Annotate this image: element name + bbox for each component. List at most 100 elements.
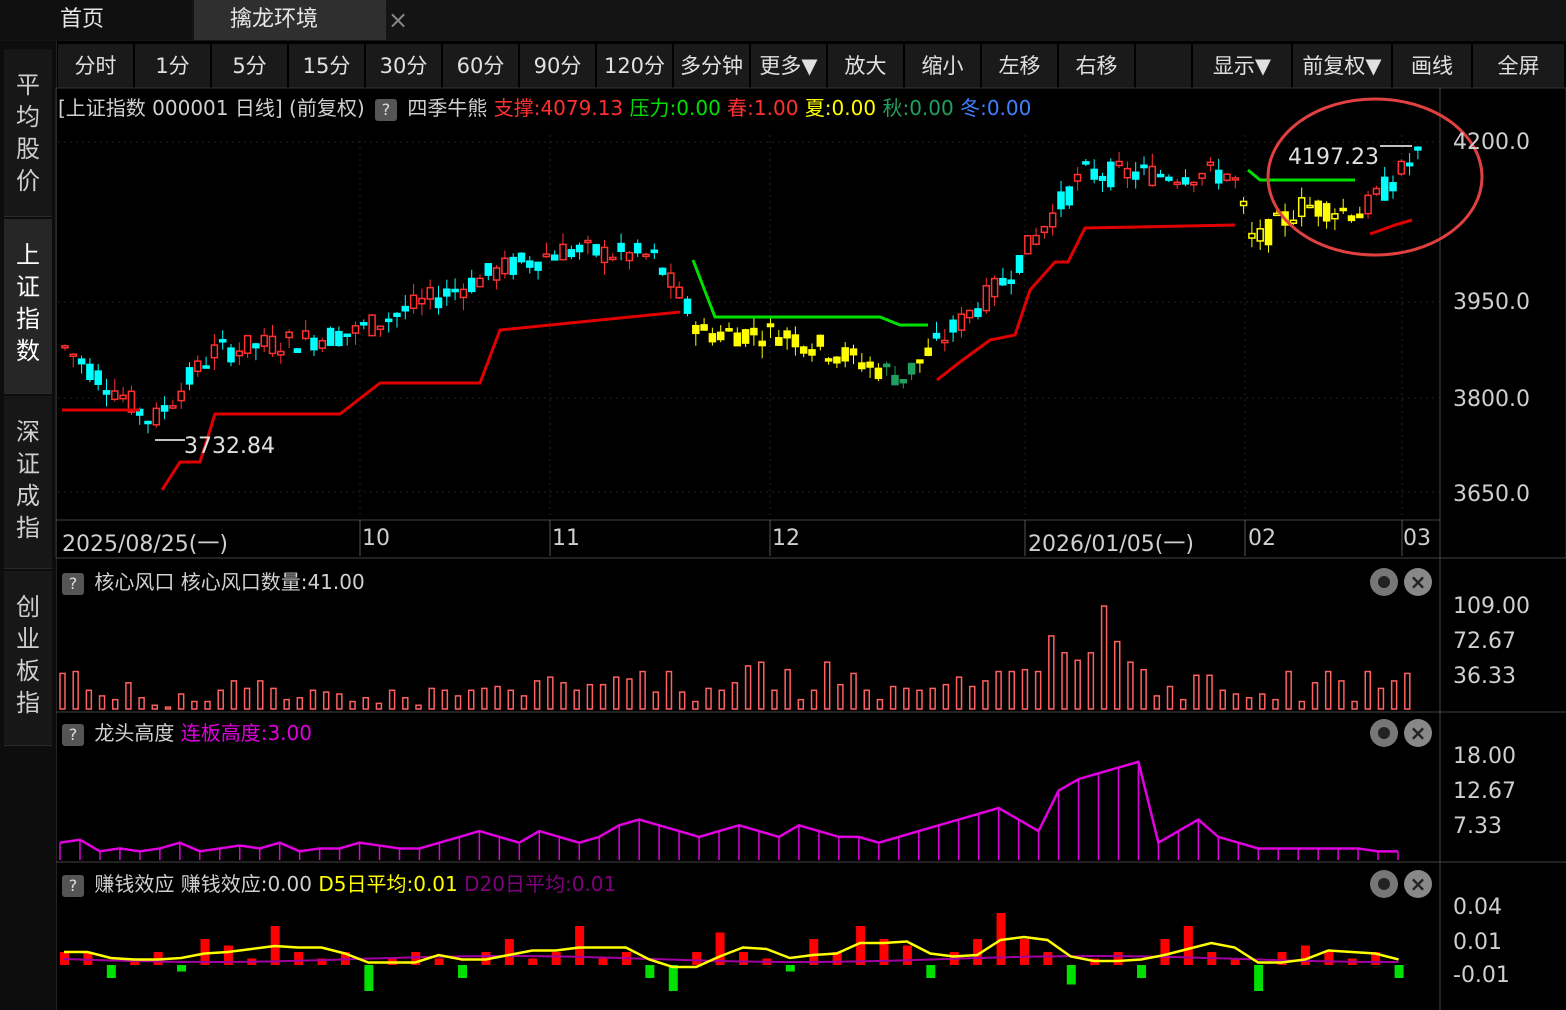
profit-bar [1019, 939, 1029, 965]
candle-body [501, 257, 509, 275]
candle-body [210, 344, 219, 359]
candle-body [567, 249, 576, 258]
candle-body [982, 285, 991, 312]
core-bar [889, 685, 897, 710]
core-bar [1377, 687, 1385, 710]
core-bar [296, 697, 304, 710]
close-icon[interactable]: × [1404, 719, 1432, 747]
candle-body [194, 360, 202, 373]
date-label: 03 [1403, 526, 1431, 551]
gear-icon[interactable] [1370, 719, 1398, 747]
candle-body [1107, 161, 1115, 188]
candle-body [575, 244, 584, 253]
panel-value: 核心风口数量:41.00 [180, 570, 365, 594]
core-bar [1061, 652, 1068, 710]
candle-body [484, 263, 493, 276]
core-bar [204, 700, 211, 710]
core-bar [731, 682, 739, 710]
core-bar [217, 689, 224, 710]
core-bar [1351, 700, 1358, 710]
core-bar [692, 700, 699, 710]
candle-body [393, 312, 401, 317]
profit-bar [364, 965, 374, 991]
core-bar [309, 689, 317, 710]
core-bar [929, 687, 936, 710]
close-icon[interactable]: × [1404, 870, 1432, 898]
candle-body [1165, 176, 1173, 181]
core-bar [1272, 698, 1279, 710]
support-line [160, 310, 681, 491]
core-bar [1008, 670, 1016, 710]
core-bar [151, 704, 159, 710]
panel-value: 赚钱效应:0.00 [180, 872, 312, 896]
profit-bar [1394, 965, 1404, 978]
candle-body [592, 244, 600, 256]
date-label: 12 [772, 526, 800, 551]
gear-icon[interactable] [1370, 568, 1398, 596]
candle-body [1347, 215, 1356, 222]
candle-body [775, 337, 783, 346]
core-bar [59, 672, 66, 710]
profit-bar [645, 965, 655, 978]
profit-bar [106, 965, 116, 978]
panel-tools: × [1370, 566, 1450, 598]
profit-bar [598, 958, 608, 965]
low-price-label: 3732.84 [184, 434, 275, 459]
candle-body [451, 288, 459, 293]
candle-body [799, 346, 808, 354]
gear-icon[interactable] [1370, 870, 1398, 898]
core-bar [98, 695, 106, 710]
core-bar [1338, 680, 1345, 710]
core-bar [402, 697, 409, 710]
candle-body [1364, 194, 1372, 215]
core-bar [1034, 670, 1042, 710]
profit-bar [504, 939, 514, 965]
profit-bar [1066, 965, 1076, 985]
core-bar [810, 689, 818, 710]
profit-bar [551, 952, 561, 965]
candle-body [849, 348, 858, 356]
candle-body [999, 277, 1007, 286]
support-line [1369, 218, 1413, 236]
core-bar [243, 687, 251, 710]
candle-body [600, 246, 609, 264]
help-icon[interactable]: ? [62, 573, 84, 595]
core-bar [230, 680, 238, 710]
core-bar [138, 697, 145, 710]
y-tick: 18.00 [1453, 744, 1516, 769]
candle-body [1090, 168, 1098, 180]
candle-body [899, 379, 908, 384]
d20-line [63, 954, 1399, 963]
candle-body [243, 334, 252, 354]
y-tick: 3650.0 [1453, 482, 1530, 507]
candle-body [144, 420, 152, 425]
y-tick: 109.00 [1453, 594, 1530, 619]
candle-body [1289, 219, 1298, 224]
candle-body [1322, 203, 1331, 222]
candle-body [343, 333, 351, 338]
candle-body [1414, 146, 1422, 151]
candle-body [609, 256, 617, 261]
core-bar [1100, 605, 1108, 710]
core-bar [639, 670, 646, 710]
help-icon[interactable]: ? [62, 724, 84, 746]
candle-body [1131, 171, 1140, 180]
help-icon[interactable]: ? [62, 875, 84, 897]
candle-body [534, 261, 542, 271]
support-line [936, 223, 1236, 382]
y-tick: 7.33 [1453, 814, 1502, 839]
core-bar [1219, 689, 1226, 710]
candle-body [409, 294, 418, 310]
close-icon[interactable]: × [1404, 568, 1432, 596]
core-bar [1087, 652, 1095, 710]
candle-body [1115, 160, 1123, 167]
core-bar [797, 698, 805, 710]
candle-body [1239, 200, 1248, 207]
candle-body [185, 367, 194, 385]
core-bar [164, 706, 172, 710]
candle-body [957, 313, 966, 331]
candle-body [1007, 279, 1015, 285]
profit-bar [1183, 926, 1193, 965]
core-bar [441, 689, 449, 710]
candle-body [974, 308, 982, 318]
